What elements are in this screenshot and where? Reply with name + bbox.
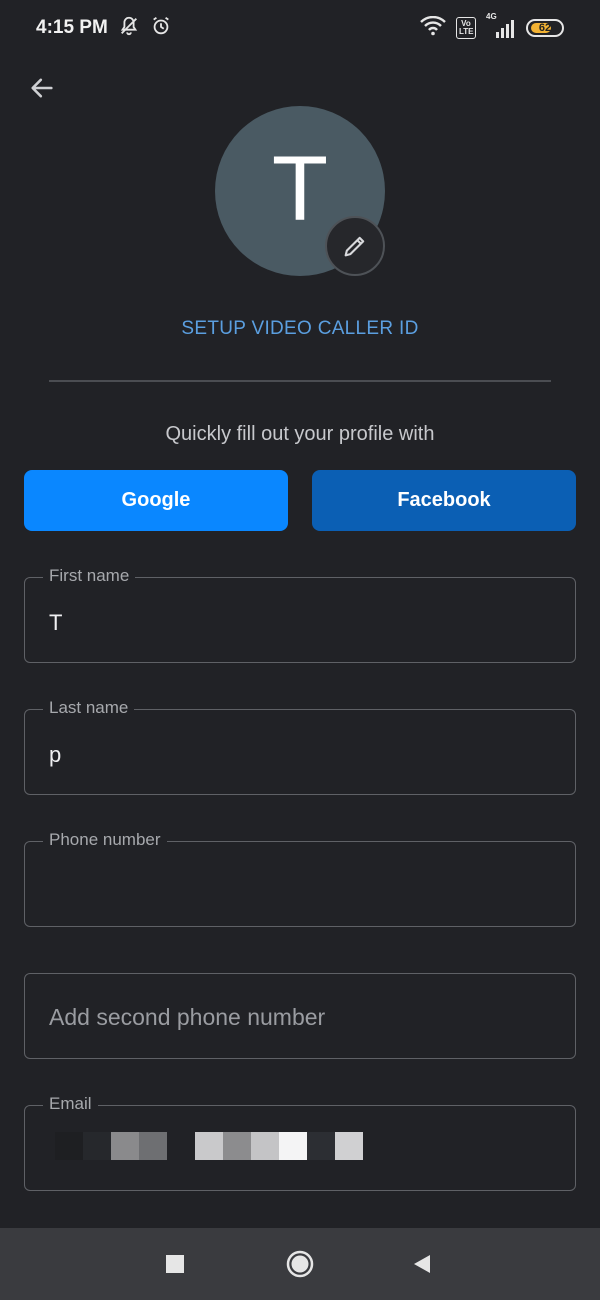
google-button[interactable]: Google [24, 470, 288, 531]
back-button[interactable] [22, 68, 62, 108]
back-triangle-icon [414, 1255, 430, 1273]
second-phone-placeholder: Add second phone number [49, 1004, 326, 1030]
pencil-icon [344, 236, 365, 257]
battery-icon: 62 [526, 19, 564, 37]
alarm-icon [150, 15, 172, 42]
home-circle-icon [286, 1250, 314, 1278]
email-label: Email [43, 1094, 98, 1114]
email-masked-value [55, 1132, 363, 1160]
edit-avatar-button[interactable] [325, 216, 385, 276]
setup-video-caller-id-link[interactable]: SETUP VIDEO CALLER ID [0, 318, 600, 340]
first-name-field[interactable]: First name T [24, 566, 576, 663]
recents-square-icon [166, 1255, 184, 1273]
system-nav-bar [0, 1228, 600, 1300]
avatar-letter: T [271, 138, 329, 240]
second-phone-field[interactable]: Add second phone number [24, 973, 576, 1059]
facebook-button[interactable]: Facebook [312, 470, 576, 531]
recents-button[interactable] [157, 1246, 193, 1282]
phone-number-label: Phone number [43, 830, 167, 850]
back-nav-button[interactable] [404, 1246, 440, 1282]
status-time: 4:15 PM [36, 17, 108, 38]
status-left: 4:15 PM [36, 15, 172, 42]
battery-level: 62 [538, 22, 552, 34]
network-label: 4G [486, 12, 497, 21]
quick-fill-text: Quickly fill out your profile with [165, 423, 435, 445]
email-field[interactable]: Email [24, 1094, 576, 1191]
last-name-field[interactable]: Last name p [24, 698, 576, 795]
status-bar: 4:15 PM Vo LTE 4G 62 [0, 0, 600, 56]
mute-bell-icon [118, 15, 140, 42]
wifi-icon [420, 15, 446, 41]
first-name-label: First name [43, 566, 136, 586]
volte-icon: Vo LTE [456, 17, 476, 39]
last-name-label: Last name [43, 698, 135, 718]
phone-number-field[interactable]: Phone number [24, 830, 576, 927]
last-name-value: p [49, 742, 62, 767]
signal-icon: 4G [486, 12, 516, 38]
divider [49, 380, 551, 382]
status-right: Vo LTE 4G 62 [420, 12, 564, 41]
home-button[interactable] [282, 1246, 318, 1282]
arrow-left-icon [31, 78, 53, 98]
first-name-value: T [49, 610, 63, 635]
